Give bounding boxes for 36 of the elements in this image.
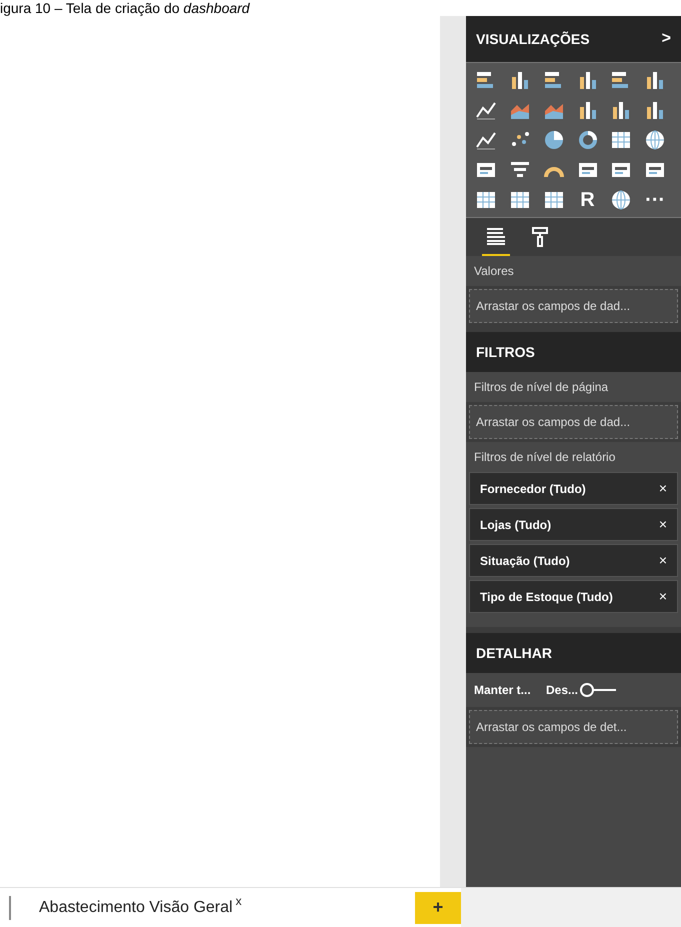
remove-filter-button[interactable]: × <box>658 514 667 535</box>
figure-caption: igura 10 – Tela de criação do dashboard <box>0 0 250 16</box>
visual-type-button[interactable]: ··· <box>644 189 666 211</box>
section-title: DETALHAR <box>476 644 552 662</box>
drop-zone[interactable]: Arrastar os campos de dad... <box>469 289 678 323</box>
toggle-switch[interactable] <box>580 683 616 697</box>
table-icon[interactable] <box>610 129 632 151</box>
globe-icon[interactable] <box>610 189 632 211</box>
well-label: Valores <box>466 256 681 286</box>
table-icon[interactable] <box>475 189 497 211</box>
remove-filter-button[interactable]: × <box>658 586 667 607</box>
collapse-button[interactable]: > <box>662 27 671 51</box>
list-icon <box>485 226 507 246</box>
filter-label: Tipo de Estoque (Tudo) <box>480 588 613 606</box>
table-icon[interactable] <box>508 189 531 211</box>
filter-label: Lojas (Tudo) <box>480 516 552 534</box>
well-label: Filtros de nível de página <box>466 372 681 402</box>
toggle-label: Des... <box>546 682 578 699</box>
donut-chart-icon[interactable] <box>576 129 598 151</box>
well-label: Filtros de nível de relatório <box>466 442 681 472</box>
drop-zone[interactable]: Arrastar os campos de dad... <box>469 405 678 439</box>
section-title: FILTROS <box>476 342 535 362</box>
paint-roller-icon <box>531 226 549 248</box>
add-page-button[interactable]: + <box>415 892 461 924</box>
table-icon[interactable] <box>542 189 565 211</box>
remove-filter-button[interactable]: × <box>658 478 667 499</box>
remove-filter-button[interactable]: × <box>658 550 667 571</box>
drop-zone[interactable]: Arrastar os campos de det... <box>469 710 678 744</box>
filter-label: Fornecedor (Tudo) <box>480 480 586 498</box>
pie-chart-icon[interactable] <box>542 129 565 151</box>
section-title: VISUALIZAÇÕES <box>476 30 590 49</box>
close-tab-button[interactable]: x <box>236 892 242 910</box>
visual-type-button[interactable]: R <box>576 189 598 211</box>
setting-label: Manter t... <box>474 682 532 699</box>
filter-label: Situação (Tudo) <box>480 552 570 570</box>
globe-icon[interactable] <box>644 129 666 151</box>
